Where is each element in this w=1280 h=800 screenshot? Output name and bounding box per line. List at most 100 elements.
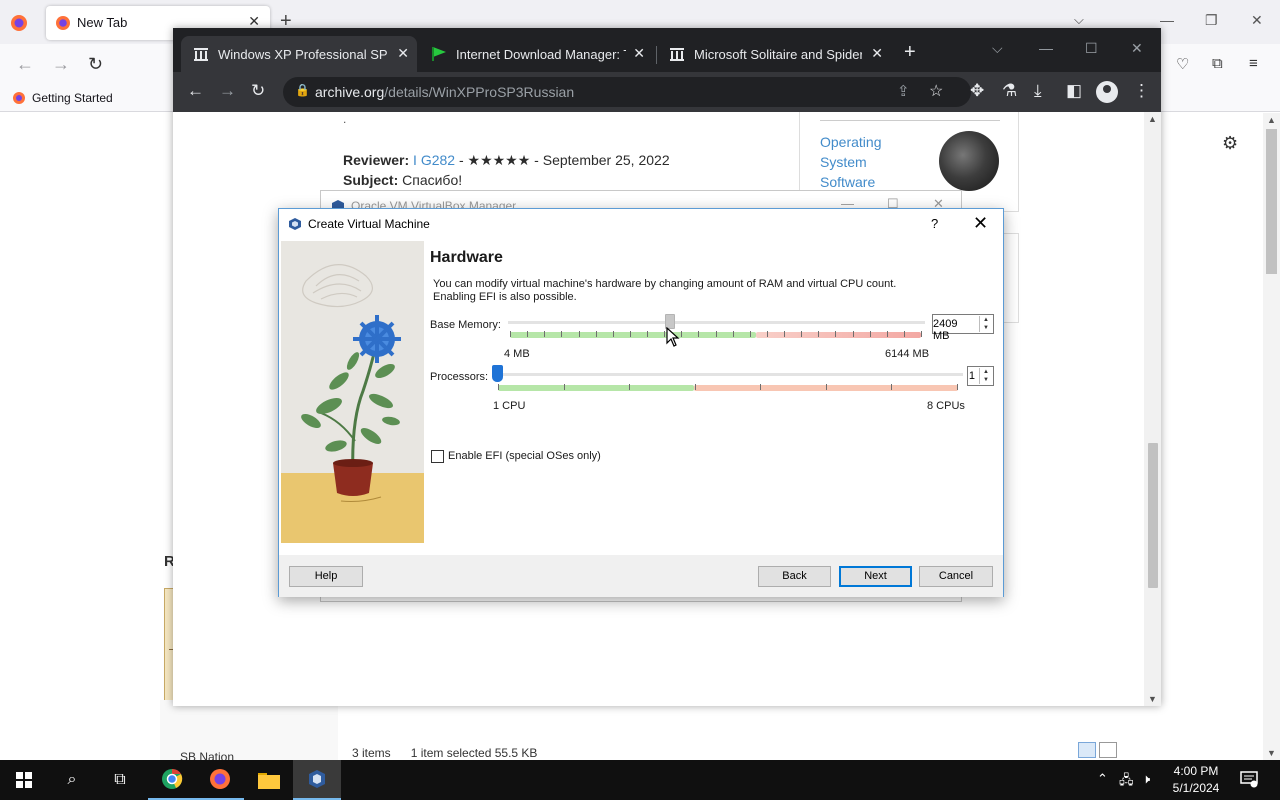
cpu-max-label: 8 CPUs [927, 400, 965, 412]
slider-tick [681, 331, 682, 337]
scroll-down-icon[interactable]: ▼ [1148, 694, 1157, 704]
chrome-taskbar-icon[interactable] [148, 760, 196, 800]
slider-tick [698, 331, 699, 337]
side-panel-icon[interactable]: ◧ [1066, 81, 1082, 101]
scroll-thumb[interactable] [1148, 443, 1158, 588]
url-text[interactable]: archive.org/details/WinXPProSP3Russian [315, 84, 574, 100]
start-button[interactable] [0, 760, 48, 800]
cpu-slider-handle[interactable] [492, 365, 503, 382]
bookmark-star-icon[interactable]: ☆ [929, 81, 943, 101]
forward-icon[interactable]: → [52, 54, 70, 75]
page-heading: Hardware [430, 249, 503, 266]
slider-tick [561, 331, 562, 337]
tiles-view-icon[interactable] [1099, 742, 1117, 758]
close-icon[interactable]: ✕ [973, 213, 988, 234]
profile-avatar[interactable] [1096, 81, 1118, 103]
wizard-illustration [281, 241, 424, 543]
forward-icon[interactable]: → [219, 81, 236, 101]
scroll-up-icon[interactable]: ▲ [1267, 115, 1276, 125]
memory-spinbox[interactable]: 2409 MB ▲ ▼ [932, 314, 994, 342]
cpu-slider-track[interactable] [497, 373, 963, 376]
extensions-icon[interactable]: ✥ [970, 81, 984, 101]
enable-efi-checkbox[interactable] [431, 450, 444, 463]
memory-value[interactable]: 2409 MB [933, 318, 975, 342]
slider-tick [957, 384, 958, 390]
tab-title: New Tab [77, 15, 128, 30]
firefox-taskbar-icon[interactable] [196, 760, 244, 800]
slider-tick [887, 331, 888, 337]
reload-icon[interactable]: ↻ [88, 54, 103, 75]
cpu-value[interactable]: 1 [969, 370, 975, 382]
network-icon[interactable]: 🖧 [1119, 771, 1134, 793]
download-icon[interactable]: ⤓ [1034, 81, 1042, 101]
slider-tick [891, 384, 892, 390]
scroll-thumb[interactable] [1266, 129, 1277, 274]
help-button[interactable]: Help [289, 566, 363, 587]
firefox-icon[interactable] [10, 14, 28, 32]
help-icon[interactable]: ? [931, 216, 938, 231]
share-icon[interactable]: ⇪ [897, 82, 910, 100]
cpu-spinbox[interactable]: 1 ▲ ▼ [967, 366, 994, 386]
topics-link[interactable]: Operating System Software [820, 132, 881, 192]
slider-tick [853, 331, 854, 337]
pocket-icon[interactable]: ♡ [1176, 55, 1189, 73]
lock-icon[interactable]: 🔒 [295, 83, 310, 97]
scroll-up-icon[interactable]: ▲ [1148, 114, 1157, 124]
minimize-icon[interactable]: — [1160, 12, 1174, 28]
restore-icon[interactable]: ❐ [1205, 12, 1218, 29]
windows-taskbar: ⌕ ⧉ ⌃ 🖧 🕨 4:00 PM 5/1/2024 [0, 760, 1280, 800]
spin-arrows-icon[interactable]: ▲ ▼ [979, 316, 992, 332]
memory-slider-track[interactable] [508, 321, 925, 324]
close-tab-icon[interactable]: ✕ [633, 45, 645, 62]
page-scrollbar[interactable]: ▲ ▼ [1144, 112, 1161, 706]
chrome-tab-windows-xp[interactable]: Windows XP Professional SP3 (R ✕ [181, 36, 417, 72]
maximize-icon[interactable]: ☐ [1085, 40, 1098, 57]
collection-thumbnail[interactable] [939, 131, 999, 191]
menu-icon[interactable]: ≡ [1249, 55, 1258, 72]
archive-org-icon [670, 48, 684, 61]
new-tab-icon[interactable]: + [904, 41, 916, 64]
chrome-tab-idm[interactable]: Internet Download Manager: Th ✕ [419, 36, 653, 72]
virtualbox-taskbar-icon[interactable] [293, 760, 341, 800]
chevron-down-icon[interactable]: ⌵ [992, 40, 1003, 57]
close-window-icon[interactable]: ✕ [1131, 40, 1143, 57]
slider-tick [760, 384, 761, 390]
volume-muted-icon[interactable]: 🕨 [1142, 771, 1150, 787]
back-icon[interactable]: ← [16, 54, 34, 75]
file-explorer-taskbar-icon[interactable] [245, 760, 293, 800]
tray-chevron-up-icon[interactable]: ⌃ [1097, 771, 1108, 787]
bookmark-getting-started[interactable]: Getting Started [12, 91, 113, 105]
scroll-down-icon[interactable]: ▼ [1267, 748, 1276, 758]
labs-icon[interactable]: ⚗ [1002, 81, 1017, 101]
base-memory-label: Base Memory: [430, 319, 501, 331]
reload-icon[interactable]: ↻ [251, 81, 265, 101]
close-window-icon[interactable]: ✕ [1251, 12, 1263, 29]
subject-text: Спасибо! [402, 172, 463, 188]
gear-icon[interactable]: ⚙ [1222, 133, 1238, 154]
enable-efi-label[interactable]: Enable EFI (special OSes only) [448, 450, 601, 462]
details-view-icon[interactable] [1078, 742, 1096, 758]
search-icon[interactable]: ⌕ [48, 760, 96, 800]
more-menu-icon[interactable]: ⋮ [1133, 81, 1150, 101]
file-explorer: SB Nation 3 items 1 item selected 55.5 K… [160, 700, 1125, 764]
cancel-button[interactable]: Cancel [919, 566, 993, 587]
reviewer-link[interactable]: I G282 [413, 152, 455, 168]
chrome-tab-solitaire[interactable]: Microsoft Solitaire and Spider S ✕ [657, 36, 891, 72]
system-clock[interactable]: 4:00 PM 5/1/2024 [1166, 763, 1226, 797]
extensions-icon[interactable]: ⧉ [1212, 55, 1223, 72]
notifications-icon[interactable] [1240, 770, 1258, 788]
task-view-icon[interactable]: ⧉ [96, 760, 144, 800]
slider-tick [498, 384, 499, 390]
back-button[interactable]: Back [758, 566, 831, 587]
close-tab-icon[interactable]: ✕ [397, 45, 409, 62]
firefox-scrollbar[interactable]: ▲ ▼ [1263, 113, 1280, 760]
spin-arrows-icon[interactable]: ▲ ▼ [979, 368, 992, 384]
close-tab-icon[interactable]: ✕ [871, 45, 883, 62]
next-button[interactable]: Next [839, 566, 912, 587]
chevron-down-icon[interactable]: ⌵ [1074, 12, 1084, 28]
minimize-icon[interactable]: — [1039, 40, 1053, 56]
address-bar[interactable]: 🔒 archive.org/details/WinXPProSP3Russian… [283, 77, 971, 107]
slider-tick [826, 384, 827, 390]
back-icon[interactable]: ← [187, 81, 204, 101]
clock-time: 4:00 PM [1173, 764, 1219, 778]
